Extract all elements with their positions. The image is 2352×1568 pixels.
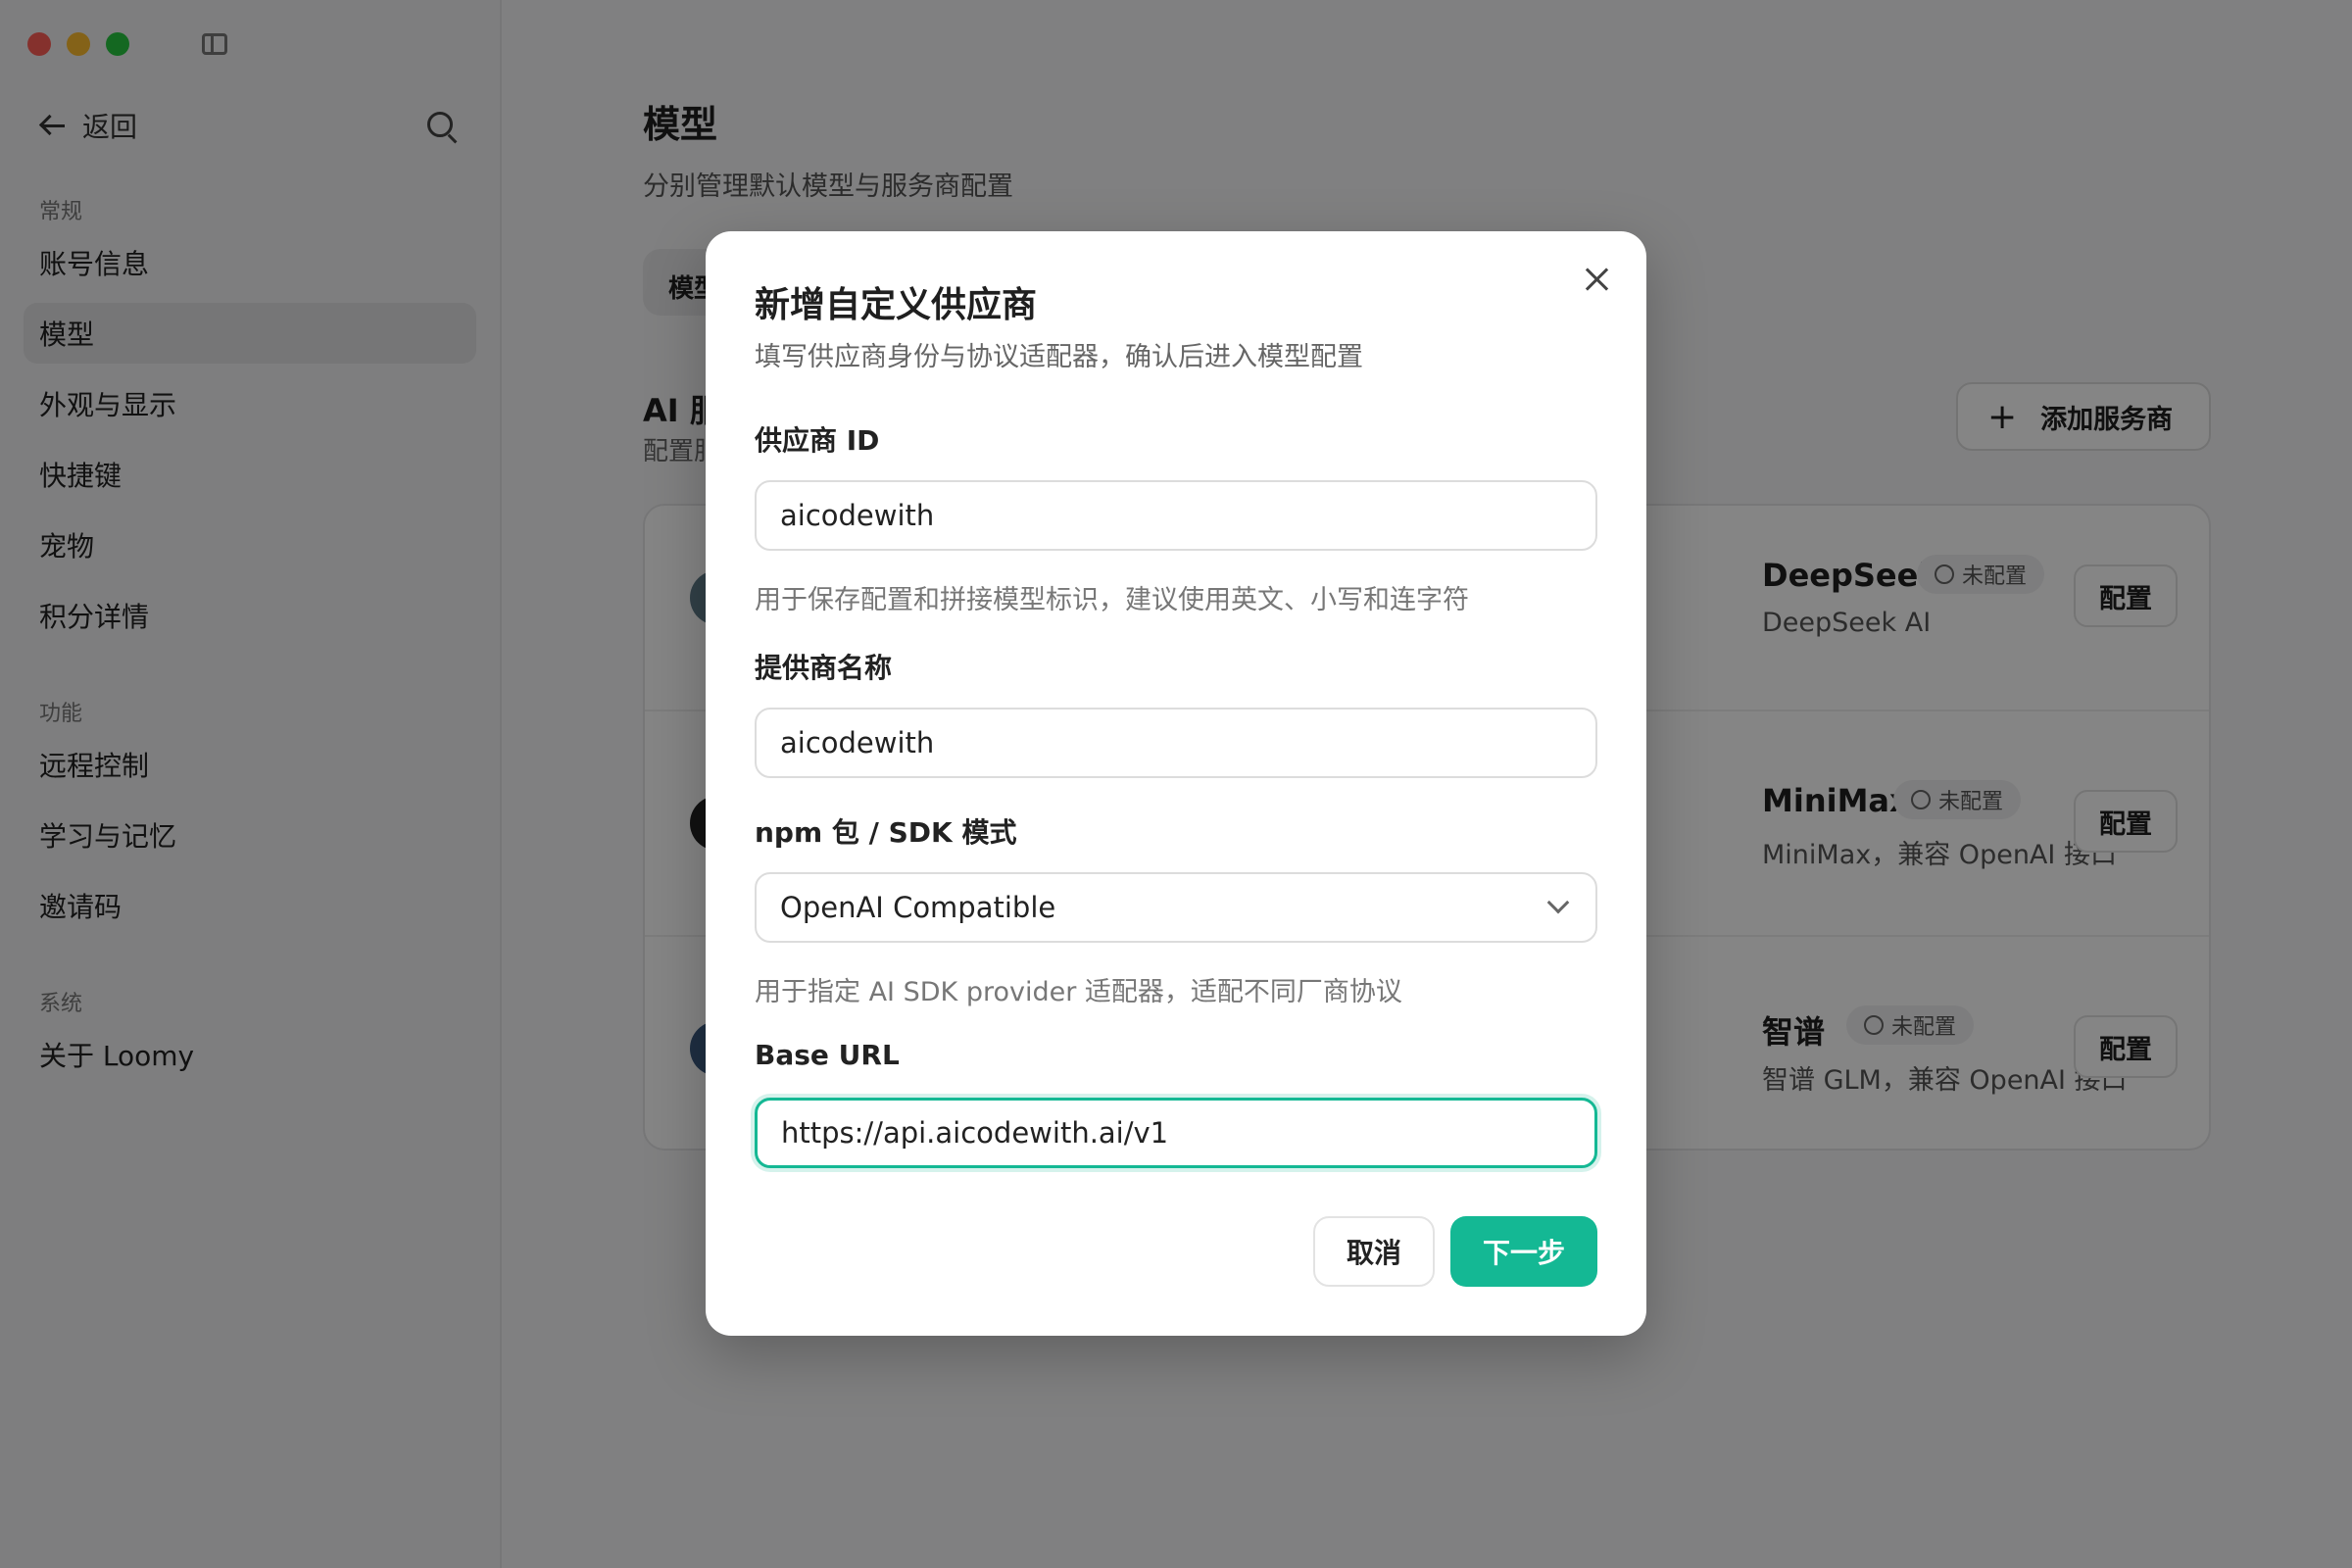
- sdk-mode-label: npm 包 / SDK 模式: [755, 816, 1017, 849]
- provider-name-input[interactable]: [755, 708, 1597, 778]
- base-url-label: Base URL: [755, 1039, 900, 1071]
- sdk-mode-value: OpenAI Compatible: [780, 891, 1056, 924]
- next-button[interactable]: 下一步: [1450, 1216, 1597, 1287]
- provider-name-label: 提供商名称: [755, 652, 893, 684]
- dialog-title: 新增自定义供应商: [755, 285, 1038, 325]
- sdk-mode-hint: 用于指定 AI SDK provider 适配器，适配不同厂商协议: [755, 977, 1402, 1007]
- provider-id-input[interactable]: [755, 480, 1597, 551]
- add-custom-provider-dialog: 新增自定义供应商 填写供应商身份与协议适配器，确认后进入模型配置 供应商 ID …: [706, 231, 1646, 1336]
- provider-id-hint: 用于保存配置和拼接模型标识，建议使用英文、小写和连字符: [755, 585, 1469, 615]
- close-icon[interactable]: [1582, 265, 1611, 294]
- dialog-subtitle: 填写供应商身份与协议适配器，确认后进入模型配置: [755, 342, 1363, 372]
- chevron-down-icon: [1546, 891, 1570, 914]
- sdk-mode-select[interactable]: OpenAI Compatible: [755, 872, 1597, 943]
- provider-id-label: 供应商 ID: [755, 424, 880, 457]
- cancel-button[interactable]: 取消: [1313, 1216, 1435, 1287]
- base-url-input[interactable]: [755, 1098, 1597, 1168]
